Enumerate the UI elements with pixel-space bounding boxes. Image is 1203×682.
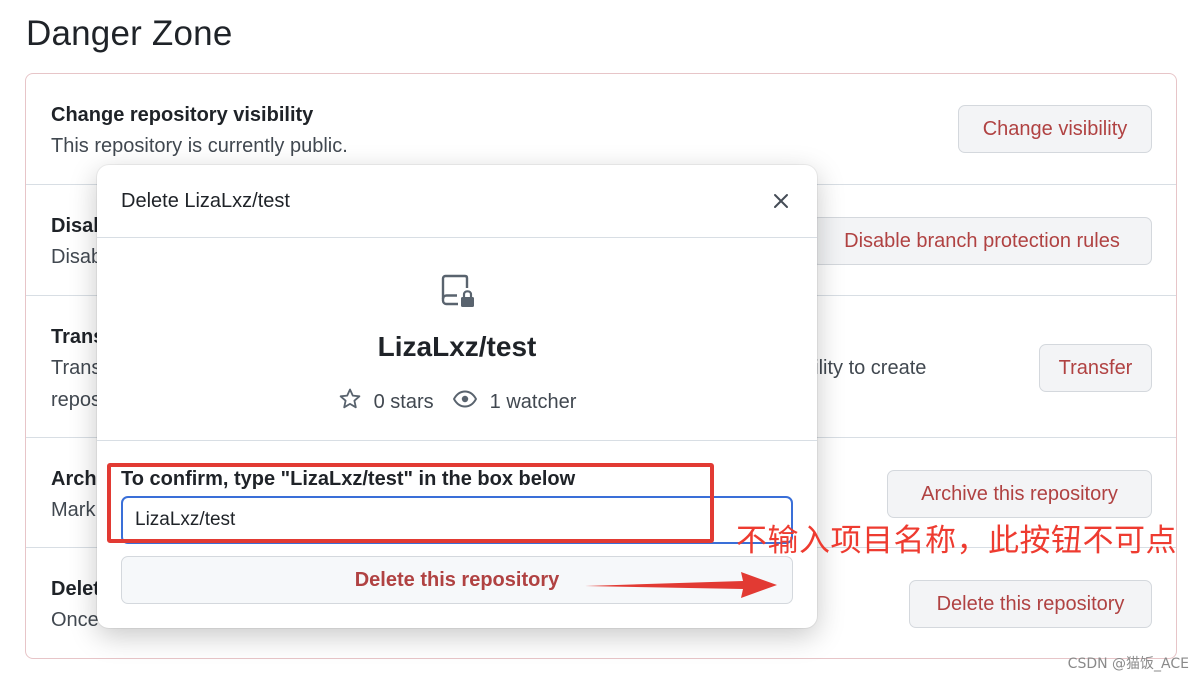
watermark: CSDN @猫饭_ACE [1067, 656, 1189, 672]
branch-protection-description: Disab [51, 246, 103, 268]
watchers-label: 1 watcher [489, 390, 577, 413]
stars-stat: 0 stars [338, 387, 434, 417]
delete-description: Once [51, 609, 99, 631]
archive-description: Mark [51, 499, 96, 521]
stars-label: 0 stars [373, 390, 434, 413]
dialog-repo-name: LizaLxz/test [377, 331, 537, 362]
dialog-title: Delete LizaLxz/test [121, 190, 290, 212]
delete-repository-dialog: Delete LizaLxz/test LizaLxz/test 0 stars [97, 165, 817, 628]
dialog-divider [97, 440, 817, 441]
x-icon[interactable] [769, 189, 793, 213]
repo-locked-icon [440, 273, 476, 309]
delete-repository-button[interactable]: Delete this repository [909, 580, 1152, 628]
archive-title: Archi [51, 468, 103, 490]
watchers-stat: 1 watcher [452, 387, 577, 417]
dialog-header: Delete LizaLxz/test [97, 165, 817, 238]
transfer-description-line2: repos [51, 389, 102, 411]
transfer-button[interactable]: Transfer [1039, 344, 1152, 392]
transfer-description-tail: bility to create [803, 357, 927, 379]
delete-title: Delet [51, 578, 100, 600]
repo-stats: 0 stars 1 watcher [97, 387, 817, 417]
page-title: Danger Zone [26, 14, 233, 53]
visibility-title: Change repository visibility [51, 104, 314, 126]
archive-repository-button[interactable]: Archive this repository [887, 470, 1152, 518]
annotation-arrow-icon [585, 572, 777, 598]
disable-branch-protection-button[interactable]: Disable branch protection rules [812, 217, 1152, 265]
annotation-highlight-box [107, 463, 714, 543]
change-visibility-button[interactable]: Change visibility [958, 105, 1152, 153]
annotation-text: 不输入项目名称，此按钮不可点 [736, 523, 1177, 559]
eye-icon [452, 387, 478, 417]
star-icon [338, 387, 362, 417]
visibility-description: This repository is currently public. [51, 135, 348, 157]
transfer-description: Trans [51, 357, 102, 379]
